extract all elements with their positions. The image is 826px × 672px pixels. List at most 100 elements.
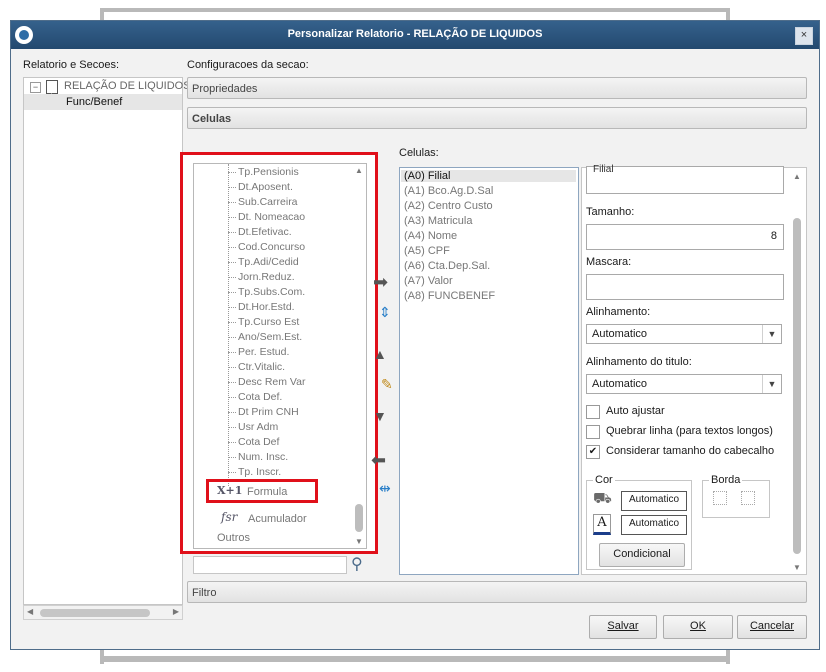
cell-item[interactable]: (A8) FUNCBENEF [404,290,576,302]
swap-icon[interactable]: ⇕ [379,305,391,319]
collapse-icon[interactable]: − [30,82,41,93]
split-icon[interactable]: ⇹ [379,481,391,495]
filial-name-field[interactable]: Filial [586,164,784,194]
font-color-icon[interactable]: A [593,514,611,535]
move-up-icon[interactable]: ▲ [373,347,387,361]
chevron-down-icon[interactable]: ▼ [762,375,781,393]
condicional-button[interactable]: Condicional [599,543,685,567]
border-none-icon[interactable] [713,491,727,505]
add-cell-arrow-icon[interactable]: ➡ [373,273,388,291]
field-item[interactable]: Dt Prim CNH [238,406,299,418]
alinhamento-titulo-select[interactable]: Automatico ▼ [586,374,782,394]
cor-font-button[interactable]: Automatico [621,515,687,535]
field-item[interactable]: Ano/Sem.Est. [238,331,302,343]
tree-horizontal-scrollbar[interactable]: ◀ ▶ [23,605,183,620]
scroll-down-icon[interactable]: ▼ [793,563,801,572]
tree-connector [228,352,236,353]
field-search-input[interactable] [193,556,347,574]
ok-button[interactable]: OK [663,615,733,639]
scroll-thumb[interactable] [40,609,150,617]
window-title: Personalizar Relatorio - RELAÇÃO DE LIQU… [287,28,543,40]
salvar-button[interactable]: Salvar [589,615,657,639]
field-item[interactable]: Sub.Carreira [238,196,298,208]
considerar-tamanho-checkbox[interactable]: ✔ Considerar tamanho do cabecalho [586,444,786,462]
field-item[interactable]: Tp.Subs.Com. [238,286,305,298]
acumulador-item[interactable]: fsr Acumulador [215,510,335,528]
field-item[interactable]: Tp.Adi/Cedid [238,256,299,268]
tree-connector [228,412,236,413]
field-item[interactable]: Per. Estud. [238,346,289,358]
fill-bucket-icon[interactable]: ⛟ [593,490,612,509]
cell-item[interactable]: (A7) Valor [404,275,576,287]
field-item[interactable]: Dt.Aposent. [238,181,293,193]
scroll-right-icon[interactable]: ▶ [173,607,179,616]
quebrar-linha-checkbox[interactable]: Quebrar linha (para textos longos) [586,424,786,442]
cor-fill-button[interactable]: Automatico [621,491,687,511]
cell-item[interactable]: (A2) Centro Custo [404,200,576,212]
field-item[interactable]: Dt. Nomeacao [238,211,305,223]
section-config-label: Configuracoes da secao: [187,59,309,71]
field-item[interactable]: Num. Insc. [238,451,288,463]
cell-item[interactable]: (A6) Cta.Dep.Sal. [404,260,576,272]
cell-item[interactable]: (A0) Filial [401,170,576,182]
tree-connector [228,172,236,173]
tree-item-func-benef[interactable]: Func/Benef [24,94,182,110]
move-down-icon[interactable]: ▼ [373,409,387,423]
mascara-input[interactable] [586,274,784,300]
scroll-left-icon[interactable]: ◀ [27,607,33,616]
tree-item-root[interactable]: − RELAÇÃO DE LIQUIDOS [24,78,191,94]
edit-icon[interactable]: ✎ [381,377,393,391]
tree-connector [228,307,236,308]
field-item[interactable]: Cota Def. [238,391,282,403]
title-bar: Personalizar Relatorio - RELAÇÃO DE LIQU… [11,21,819,49]
tree-connector [228,457,236,458]
outros-item[interactable]: Outros [215,531,295,547]
scroll-up-icon[interactable]: ▲ [355,166,363,175]
tree-connector [228,277,236,278]
borda-label: Borda [709,474,743,486]
tree-connector [228,262,236,263]
scroll-thumb[interactable] [355,504,363,532]
tree-connector [228,472,236,473]
field-item[interactable]: Tp.Pensionis [238,166,299,178]
propriedades-bar[interactable]: Propriedades [187,77,807,99]
chevron-down-icon[interactable]: ▼ [762,325,781,343]
fields-vertical-scrollbar[interactable]: ▲ ▼ [352,164,366,548]
cell-item[interactable]: (A1) Bco.Ag.D.Sal [404,185,576,197]
field-item[interactable]: Cod.Concurso [238,241,305,253]
checkmark-icon[interactable]: ✔ [586,445,600,459]
properties-vertical-scrollbar[interactable]: ▲ ▼ [789,168,805,574]
cor-group: Cor ⛟ Automatico A Automatico Condiciona… [586,474,692,570]
cell-item[interactable]: (A5) CPF [404,245,576,257]
document-icon [46,80,58,94]
field-item[interactable]: Usr Adm [238,421,278,433]
tamanho-input[interactable]: 8 [586,224,784,250]
checkbox-box[interactable] [586,405,600,419]
filtro-bar[interactable]: Filtro [187,581,807,603]
auto-ajustar-checkbox[interactable]: Auto ajustar [586,404,786,422]
scroll-thumb[interactable] [793,218,801,554]
tree-connector [228,187,236,188]
search-icon[interactable]: ⚲ [351,554,363,574]
field-item[interactable]: Dt.Efetivac. [238,226,292,238]
cell-item[interactable]: (A4) Nome [404,230,576,242]
field-item[interactable]: Ctr.Vitalic. [238,361,285,373]
field-item[interactable]: Dt.Hor.Estd. [238,301,295,313]
field-item[interactable]: Tp.Curso Est [238,316,299,328]
sections-tree: − RELAÇÃO DE LIQUIDOS Func/Benef [23,77,191,605]
border-grid-icon[interactable] [741,491,755,505]
alinhamento-select[interactable]: Automatico ▼ [586,324,782,344]
checkbox-box[interactable] [586,425,600,439]
scroll-down-icon[interactable]: ▼ [355,537,363,546]
celulas-bar[interactable]: Celulas [187,107,807,129]
cell-item[interactable]: (A3) Matricula [404,215,576,227]
remove-cell-arrow-icon[interactable]: ⬅ [371,451,386,469]
field-item[interactable]: Tp. Inscr. [238,466,281,478]
scroll-up-icon[interactable]: ▲ [793,172,801,181]
field-item[interactable]: Desc Rem Var [238,376,306,388]
field-item[interactable]: Jorn.Reduz. [238,271,295,283]
close-button[interactable]: × [795,27,813,45]
mascara-label: Mascara: [586,256,632,268]
cancelar-button[interactable]: Cancelar [737,615,807,639]
field-item[interactable]: Cota Def [238,436,279,448]
